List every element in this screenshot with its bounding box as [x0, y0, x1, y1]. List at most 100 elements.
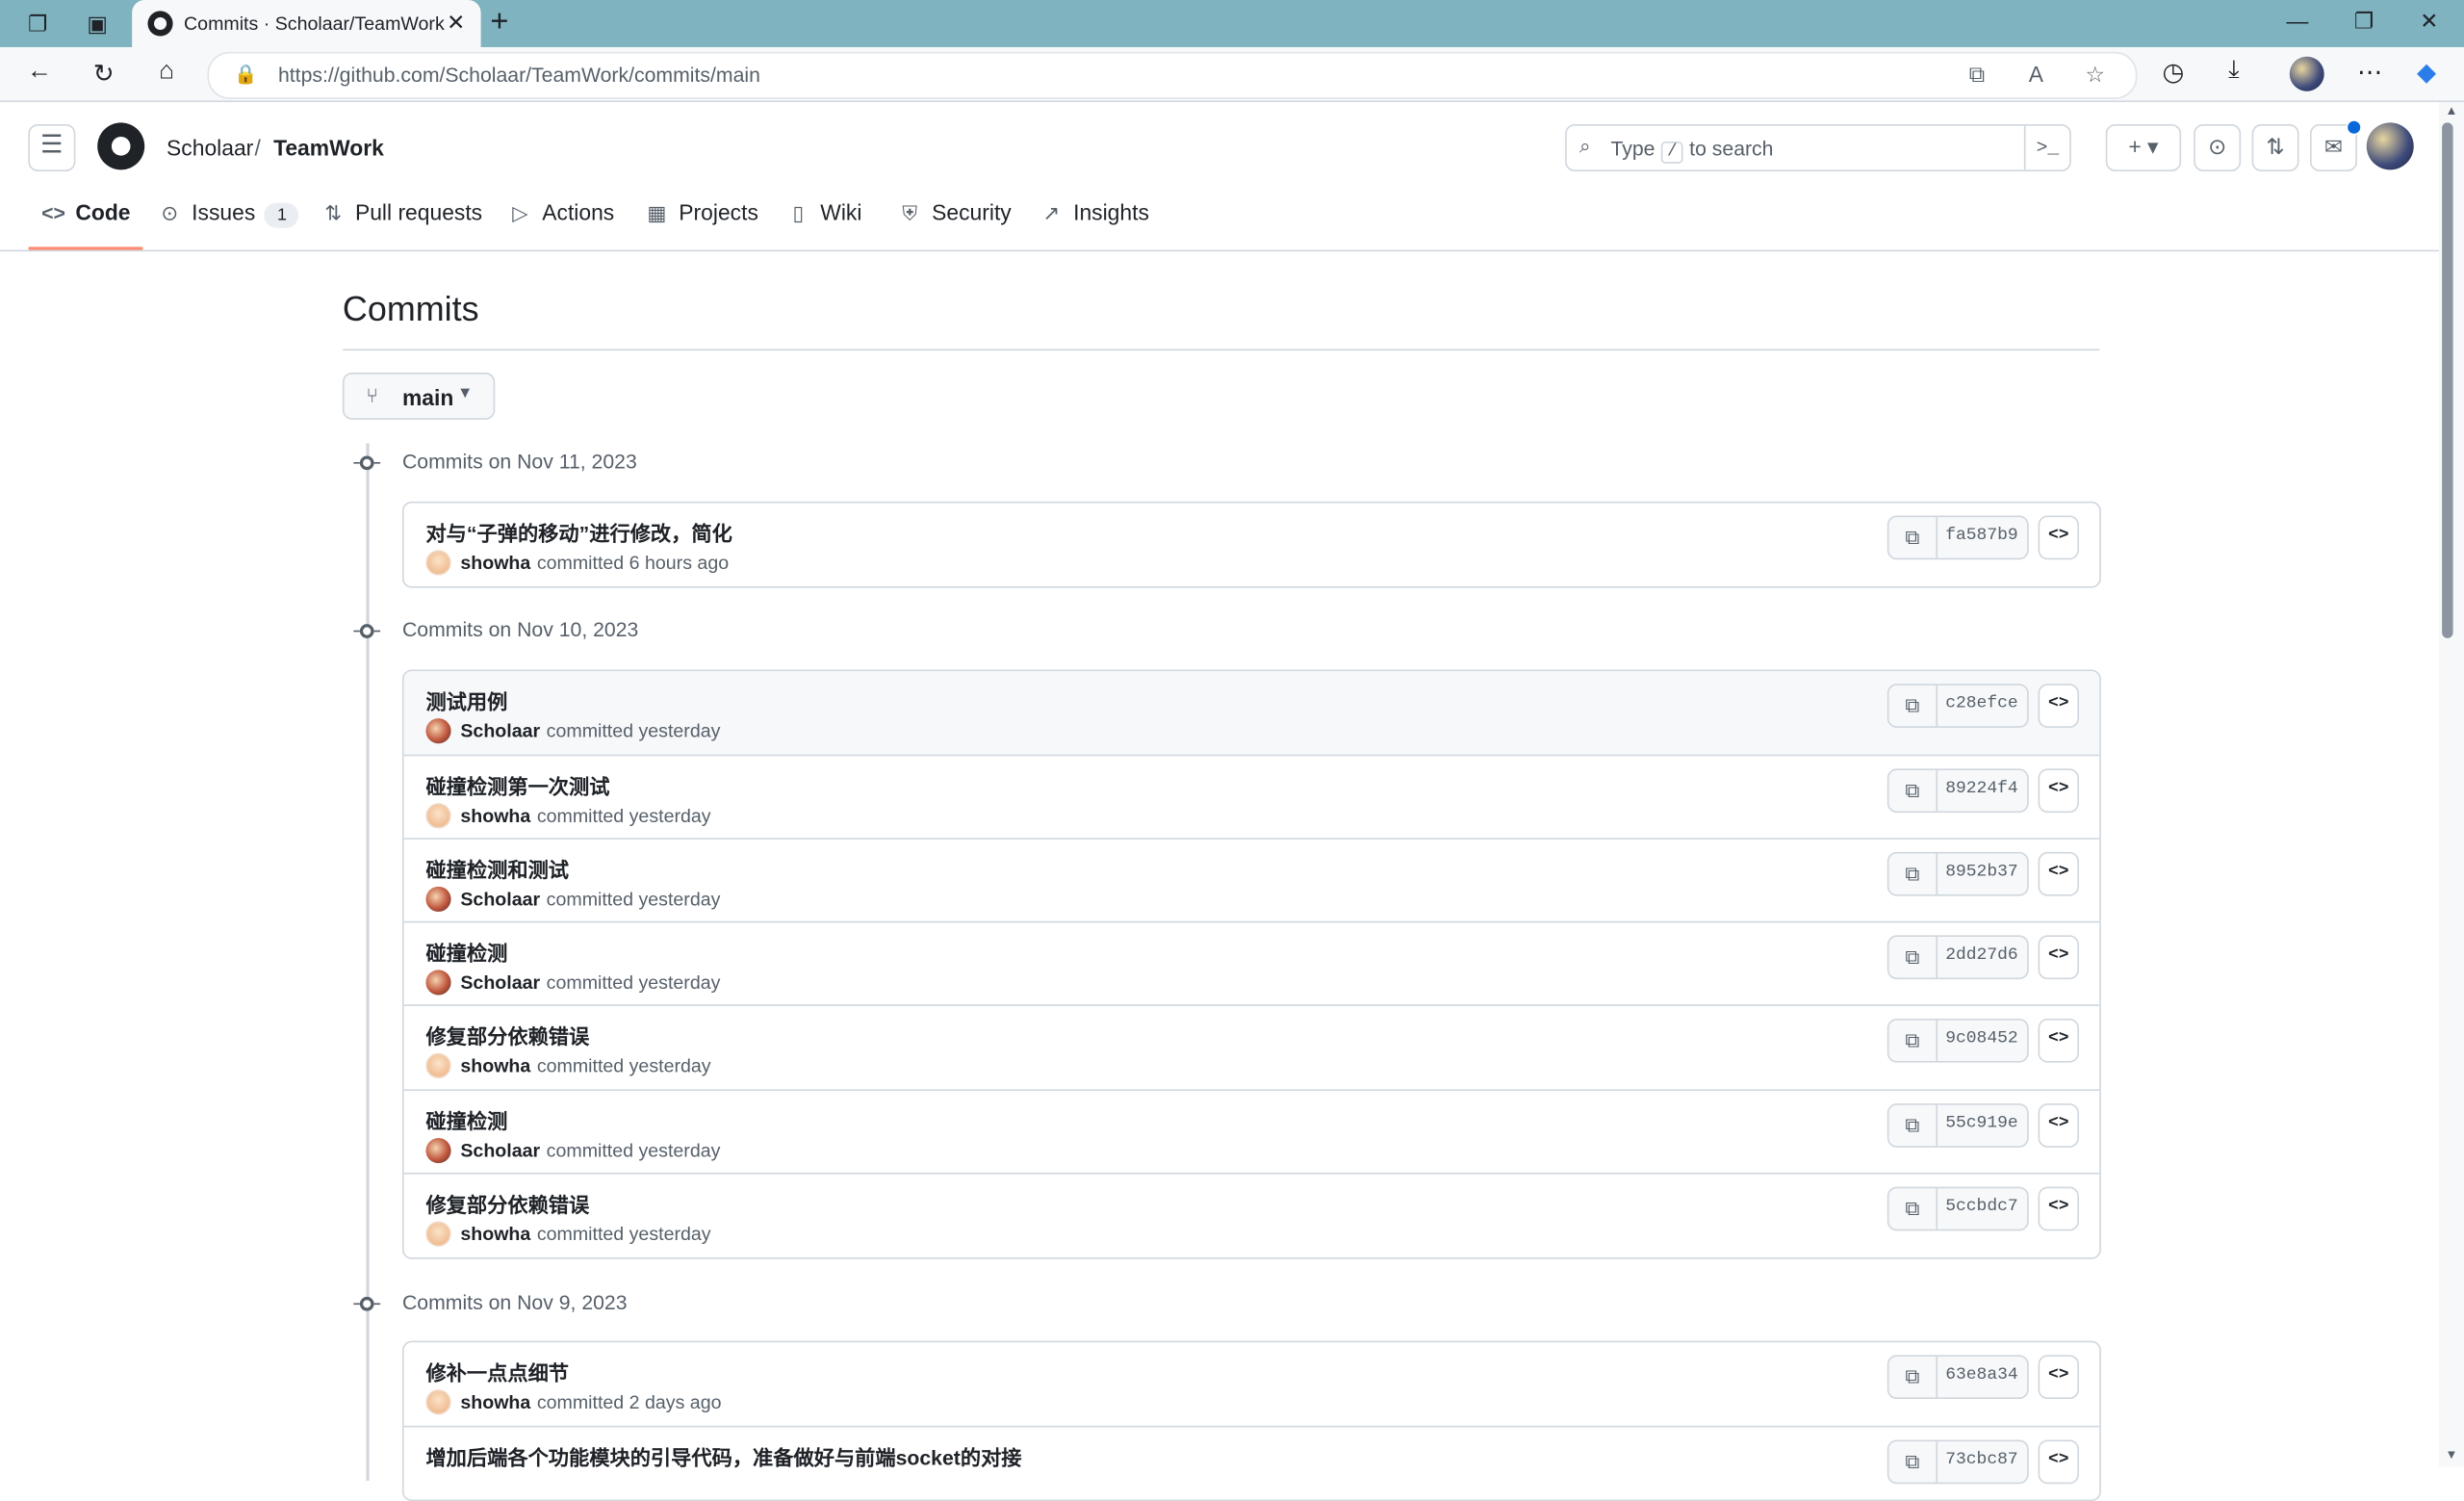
copy-icon[interactable]: ⧉: [1888, 517, 1938, 558]
browse-code-button[interactable]: <>: [2038, 515, 2079, 560]
commit-sha[interactable]: c28efce: [1945, 695, 2017, 714]
read-aloud-icon[interactable]: A: [2029, 62, 2043, 87]
copy-sha-button[interactable]: ⧉ 5ccbdc7: [1886, 1186, 2029, 1231]
open-in-app-icon[interactable]: ⧉: [1969, 62, 1985, 89]
commit-author[interactable]: showha: [460, 552, 530, 574]
tab-issues[interactable]: ⊙ Issues 1: [157, 199, 299, 249]
browse-code-button[interactable]: <>: [2038, 1018, 2079, 1063]
copy-sha-button[interactable]: ⧉ 9c08452: [1886, 1018, 2029, 1063]
commit-author[interactable]: showha: [460, 1391, 530, 1413]
commit-message[interactable]: 修复部分依赖错误: [425, 1188, 589, 1218]
author-avatar[interactable]: [425, 1389, 451, 1415]
lock-icon[interactable]: 🔒: [234, 63, 257, 85]
menu-hamburger-icon[interactable]: ☰: [28, 123, 76, 171]
commit-author[interactable]: showha: [460, 1055, 530, 1077]
copy-icon[interactable]: ⧉: [1888, 1104, 1938, 1147]
breadcrumb-repo[interactable]: TeamWork: [273, 135, 384, 160]
tab-projects[interactable]: ▦ Projects: [644, 199, 757, 249]
copy-icon[interactable]: ⧉: [1888, 1356, 1938, 1398]
author-avatar[interactable]: [425, 886, 451, 912]
copy-icon[interactable]: ⧉: [1888, 769, 1938, 812]
author-avatar[interactable]: [425, 1052, 451, 1078]
browse-code-button[interactable]: <>: [2038, 1186, 2079, 1231]
commit-sha[interactable]: 55c919e: [1945, 1115, 2017, 1134]
browse-code-button[interactable]: <>: [2038, 768, 2079, 814]
tab-insights[interactable]: ↗ Insights: [1039, 199, 1149, 249]
browser-tab[interactable]: Commits · Scholaar/TeamWork ✕: [132, 0, 481, 47]
pull-requests-shortcut-icon[interactable]: ⇅: [2251, 123, 2299, 171]
copy-sha-button[interactable]: ⧉ 89224f4: [1886, 768, 2029, 814]
url-text[interactable]: https://github.com/Scholaar/TeamWork/com…: [278, 63, 760, 86]
vertical-tabs-icon[interactable]: ▣: [84, 10, 112, 38]
author-avatar[interactable]: [425, 1138, 451, 1164]
copy-sha-button[interactable]: ⧉ 8952b37: [1886, 851, 2029, 896]
commit-message[interactable]: 碰撞检测: [425, 1105, 507, 1135]
download-icon[interactable]: ⤓: [2228, 57, 2240, 85]
browse-code-button[interactable]: <>: [2038, 935, 2079, 980]
copy-sha-button[interactable]: ⧉ 2dd27d6: [1886, 935, 2029, 980]
copy-sha-button[interactable]: ⧉ c28efce: [1886, 684, 2029, 728]
copy-icon[interactable]: ⧉: [1888, 853, 1938, 894]
minimize-icon[interactable]: —: [2287, 8, 2309, 33]
copy-icon[interactable]: ⧉: [1888, 685, 1938, 727]
commit-message[interactable]: 碰撞检测: [425, 937, 507, 967]
branch-select-button[interactable]: ⑂ main ▼: [342, 372, 496, 420]
commit-sha[interactable]: 63e8a34: [1945, 1366, 2017, 1385]
copy-sha-button[interactable]: ⧉ fa587b9: [1886, 515, 2029, 560]
author-avatar[interactable]: [425, 550, 451, 576]
commit-message[interactable]: 修复部分依赖错误: [425, 1021, 589, 1050]
commit-message[interactable]: 测试用例: [425, 686, 507, 715]
breadcrumb-owner[interactable]: Scholaar: [167, 135, 253, 160]
tab-close-icon[interactable]: ✕: [447, 10, 465, 37]
commit-message[interactable]: 碰撞检测和测试: [425, 854, 569, 884]
home-icon[interactable]: ⌂: [151, 58, 183, 86]
back-icon[interactable]: ←: [23, 58, 55, 86]
tab-actions[interactable]: ▷ Actions: [507, 199, 614, 249]
commit-message[interactable]: 碰撞检测第一次测试: [425, 770, 609, 800]
commit-author[interactable]: Scholaar: [460, 1140, 540, 1162]
github-logo-icon[interactable]: [97, 122, 145, 170]
issues-shortcut-icon[interactable]: ⊙: [2194, 123, 2242, 171]
commit-author[interactable]: showha: [460, 805, 530, 827]
browse-code-button[interactable]: <>: [2038, 851, 2079, 896]
scroll-up-arrow-icon[interactable]: ▲: [2439, 104, 2464, 118]
scroll-down-arrow-icon[interactable]: ▼: [2439, 1448, 2464, 1462]
commit-sha[interactable]: 8952b37: [1945, 863, 2017, 882]
commit-author[interactable]: Scholaar: [460, 971, 540, 994]
tab-pull-requests[interactable]: ⇅ Pull requests: [321, 199, 482, 249]
user-avatar[interactable]: [2366, 122, 2414, 170]
commit-message[interactable]: 对与“子弹的移动”进行修改，简化: [425, 517, 732, 547]
create-new-button[interactable]: + ▾: [2105, 123, 2182, 171]
copy-sha-button[interactable]: ⧉ 55c919e: [1886, 1103, 2029, 1148]
commit-sha[interactable]: 2dd27d6: [1945, 946, 2017, 966]
history-icon[interactable]: ◷: [2163, 57, 2185, 89]
scrollbar-thumb[interactable]: [2442, 122, 2453, 638]
address-bar[interactable]: 🔒 https://github.com/Scholaar/TeamWork/c…: [207, 51, 2138, 99]
commit-message[interactable]: 修补一点点细节: [425, 1357, 569, 1386]
window-close-icon[interactable]: ✕: [2420, 8, 2438, 35]
favorite-star-icon[interactable]: ☆: [2086, 62, 2106, 89]
author-avatar[interactable]: [425, 718, 451, 744]
tab-code[interactable]: <> Code: [28, 199, 143, 250]
profile-avatar[interactable]: [2289, 56, 2324, 91]
commit-sha[interactable]: 5ccbdc7: [1945, 1198, 2017, 1217]
copy-icon[interactable]: ⧉: [1888, 937, 1938, 978]
author-avatar[interactable]: [425, 1221, 451, 1247]
tab-security[interactable]: ⛨ Security: [897, 199, 1011, 249]
copy-icon[interactable]: ⧉: [1888, 1020, 1938, 1062]
more-options-icon[interactable]: ⋯: [2357, 57, 2382, 89]
workspaces-icon[interactable]: ❐: [23, 10, 51, 38]
commit-sha[interactable]: 89224f4: [1945, 780, 2017, 799]
search-input[interactable]: ⌕ Type / to search >_: [1565, 123, 2071, 171]
browse-code-button[interactable]: <>: [2038, 684, 2079, 728]
browse-code-button[interactable]: <>: [2038, 1355, 2079, 1400]
commit-sha[interactable]: fa587b9: [1945, 527, 2017, 546]
author-avatar[interactable]: [425, 970, 451, 996]
commit-author[interactable]: Scholaar: [460, 720, 540, 742]
copy-sha-button[interactable]: ⧉ 73cbc87: [1886, 1439, 2029, 1485]
copy-icon[interactable]: ⧉: [1888, 1441, 1938, 1483]
author-avatar[interactable]: [425, 803, 451, 829]
copy-sha-button[interactable]: ⧉ 63e8a34: [1886, 1355, 2029, 1400]
browse-code-button[interactable]: <>: [2038, 1103, 2079, 1148]
copilot-icon[interactable]: ◆: [2417, 57, 2436, 89]
